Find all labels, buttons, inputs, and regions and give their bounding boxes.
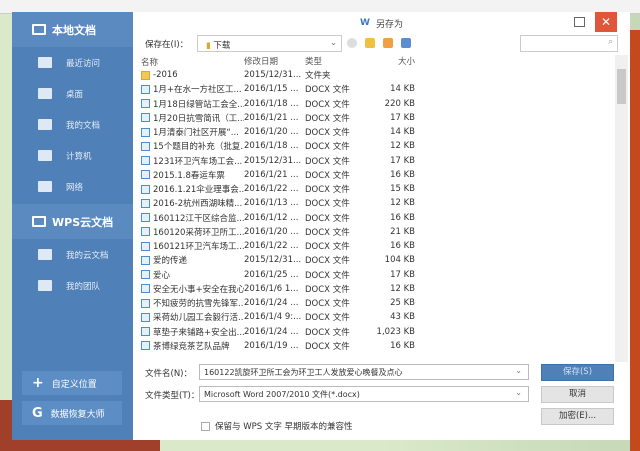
plus-icon: + [32,375,44,391]
back-icon[interactable] [347,38,357,48]
file-row[interactable]: -2016 2015/12/31... 文件夹 [136,68,614,82]
location-icon [38,119,52,130]
file-row[interactable]: 2015.1.8春运车票 2016/1/21 ... DOCX 文件 16 KB [136,168,614,182]
sidebar-header-cloud[interactable]: WPS云文档 [12,204,134,239]
docx-file-icon [141,99,150,109]
chevron-down-icon: ⌄ [515,366,522,375]
docx-file-icon [141,241,150,251]
sidebar-item[interactable]: 网络 [12,171,134,202]
column-name[interactable]: 名称 [136,55,244,68]
docx-file-icon [141,213,150,223]
wps-writer-icon: W [360,18,370,28]
recovery-g-icon: G [32,405,43,421]
filename-input[interactable]: 160122凯旋环卫所工会为环卫工人发放爱心晚餐及点心 ⌄ [199,364,529,380]
column-type[interactable]: 类型 [305,55,355,68]
file-row[interactable]: 1月清泰门社区开展“... 2016/1/20 ... DOCX 文件 14 KB [136,125,614,139]
dialog-title: 另存为 [375,19,403,30]
scrollbar-thumb[interactable] [617,69,626,104]
file-row[interactable]: 160112江干区综合监... 2016/1/12 ... DOCX 文件 16 KB [136,211,614,225]
file-row[interactable]: 爱心 2016/1/25 ... DOCX 文件 17 KB [136,268,614,282]
up-folder-icon[interactable] [365,38,375,48]
file-row[interactable]: 1月+在水一方社区工... 2016/1/15 ... DOCX 文件 14 KB [136,82,614,96]
cancel-button[interactable]: 取消 [541,386,614,403]
location-icon [38,150,52,161]
toolbar: 保存在(I)： ▮ 下载 ⌄ ⌕ [133,35,630,53]
new-folder-icon[interactable] [383,38,393,48]
data-recovery-button[interactable]: G 数据恢复大师 [22,401,122,425]
file-row[interactable]: 爱的传递 2015/12/31... DOCX 文件 104 KB [136,253,614,267]
chevron-down-icon: ⌄ [515,388,522,397]
location-icon [38,280,52,291]
save-button[interactable]: 保存(S) [541,364,614,381]
file-row[interactable]: 1月18日绿管站工会全... 2016/1/18 ... DOCX 文件 220 KB [136,97,614,111]
sidebar-item[interactable]: 最近访问 [12,47,134,78]
search-input[interactable]: ⌕ [520,35,618,52]
file-list: 名称 修改日期 类型 大小 -2016 2015/12/31... 文件夹 1月+在水… [136,55,614,362]
cube-icon [32,216,46,227]
sidebar-item[interactable]: 我的文档 [12,109,134,140]
encrypt-button[interactable]: 加密(E)... [541,408,614,425]
sidebar-item[interactable]: 计算机 [12,140,134,171]
close-button[interactable]: ✕ [595,12,617,32]
sidebar: 本地文档 最近访问 桌面 我的文档 计算机 网络 WPS云文档 我的云文档 我的团队 + 自… [12,12,134,440]
docx-file-icon [141,341,150,351]
file-row[interactable]: 15个题目的补充（批复... 2016/1/18 ... DOCX 文件 12 KB [136,139,614,153]
location-icon [38,57,52,68]
location-icon [38,88,52,99]
checkbox-box[interactable] [201,421,210,431]
docx-file-icon [141,170,150,180]
search-icon: ⌕ [608,37,613,47]
sidebar-item[interactable]: 我的云文档 [12,239,134,270]
view-menu-icon[interactable] [401,38,411,48]
file-row[interactable]: 不知疲劳的抗雪先锋军... 2016/1/24 ... DOCX 文件 25 KB [136,296,614,310]
save-in-select[interactable]: ▮ 下载 ⌄ [197,35,342,52]
background-photo-right [630,30,640,451]
custom-location-button[interactable]: + 自定义位置 [22,371,122,395]
docx-file-icon [141,227,150,237]
file-row[interactable]: 2016.1.21伞业理事会... 2016/1/22 ... DOCX 文件 15 … [136,182,614,196]
save-as-dialog: W 另存为 ✕ 保存在(I)： ▮ 下载 ⌄ ⌕ 名称 修改日期 类型 大小 -20… [133,12,630,440]
maximize-button[interactable] [574,17,585,27]
title-bar: W 另存为 [133,12,630,34]
file-row[interactable]: 草垫子来铺路+安全出... 2016/1/24 ... DOCX 文件 1,023 K… [136,325,614,339]
chevron-down-icon: ⌄ [329,38,337,48]
docx-file-icon [141,270,150,280]
docx-file-icon [141,312,150,322]
column-date[interactable]: 修改日期 [244,55,305,68]
column-size[interactable]: 大小 [355,55,415,68]
location-icon [38,181,52,192]
docx-file-icon [141,298,150,308]
monitor-icon [32,24,46,35]
file-row[interactable]: 2016-2杭州西湖味精... 2016/1/13 ... DOCX 文件 12 KB [136,196,614,210]
docx-file-icon [141,113,150,123]
compat-checkbox[interactable]: 保留与 WPS 文字 早期版本的兼容性 [201,420,353,432]
docx-file-icon [141,198,150,208]
docx-file-icon [141,156,150,166]
sidebar-item[interactable]: 桌面 [12,78,134,109]
docx-file-icon [141,127,150,137]
docx-file-icon [141,284,150,294]
file-row[interactable]: 160121环卫汽车场工... 2016/1/22 ... DOCX 文件 16 KB [136,239,614,253]
file-row[interactable]: 茶博绿竞茶艺队品牌 2016/1/19 ... DOCX 文件 16 KB [136,339,614,353]
docx-file-icon [141,141,150,151]
file-row[interactable]: 1231环卫汽车场工会... 2015/12/31... DOCX 文件 17 KB [136,154,614,168]
location-icon [38,249,52,260]
folder-icon [141,70,150,80]
sidebar-header-local[interactable]: 本地文档 [12,12,134,47]
file-row[interactable]: 采荷幼儿园工会毅行活... 2016/1/4 9:... DOCX 文件 43 KB [136,310,614,324]
docx-file-icon [141,327,150,337]
filetype-select[interactable]: Microsoft Word 2007/2010 文件(*.docx) ⌄ [199,386,529,402]
file-row[interactable]: 1月20日抗雪简讯（工... 2016/1/21 ... DOCX 文件 17 KB [136,111,614,125]
file-row[interactable]: 安全无小事+安全在我心 2016/1/6 1... DOCX 文件 12 KB [136,282,614,296]
docx-file-icon [141,255,150,265]
docx-file-icon [141,84,150,94]
scrollbar[interactable] [615,55,628,362]
sidebar-item[interactable]: 我的团队 [12,270,134,301]
docx-file-icon [141,184,150,194]
file-row[interactable]: 160120采荷环卫所工... 2016/1/20 ... DOCX 文件 21 KB [136,225,614,239]
